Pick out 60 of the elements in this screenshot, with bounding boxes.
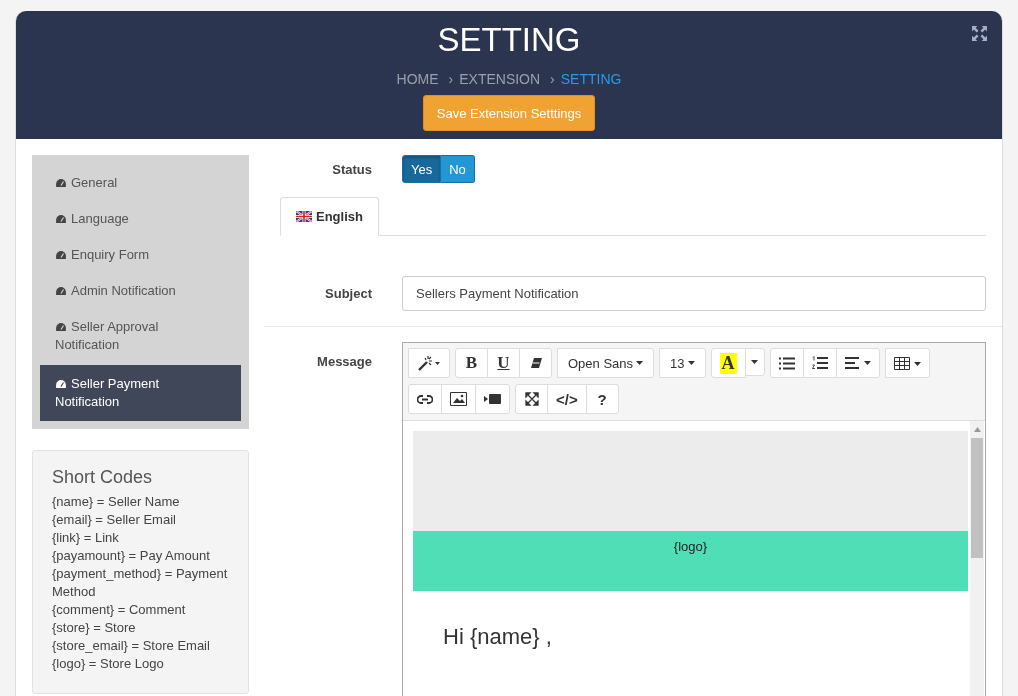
breadcrumb-link[interactable]: EXTENSION	[459, 71, 541, 87]
scrollbar[interactable]	[970, 421, 984, 696]
message-label: Message	[316, 354, 372, 369]
short-code-line: {name} = Seller Name	[52, 493, 181, 511]
short-code-line: {link} = Link	[52, 529, 120, 547]
gauge-icon	[55, 286, 67, 296]
breadcrumb-link[interactable]: SETTING	[560, 71, 622, 87]
sidebar-item[interactable]: Language	[40, 203, 241, 235]
bold-button[interactable]: B	[455, 348, 488, 378]
text-color-button[interactable]: A	[710, 348, 746, 378]
toolbar-button[interactable]: ?	[585, 384, 619, 414]
toolbar-button[interactable]: </>	[547, 384, 587, 414]
video-icon[interactable]	[475, 384, 510, 414]
language-tab[interactable]: English	[280, 197, 379, 236]
status-option[interactable]: Yes	[402, 155, 442, 183]
status-label: Status	[331, 161, 372, 177]
short-code-line: {logo} = Store Logo	[52, 655, 165, 673]
sidebar-item[interactable]: Admin Notification	[40, 275, 241, 307]
logo-placeholder-text: {logo}	[673, 539, 708, 554]
sidebar-item[interactable]: General	[40, 167, 241, 199]
link-icon[interactable]	[408, 384, 442, 414]
short-code-line: {email} = Seller Email	[52, 511, 177, 529]
breadcrumb-link[interactable]: HOME	[396, 71, 439, 87]
bullet-list-icon[interactable]	[769, 348, 804, 378]
caret-icon	[687, 361, 695, 365]
gauge-icon	[55, 322, 67, 332]
gauge-icon	[55, 178, 67, 188]
gauge-icon	[55, 250, 67, 260]
sidebar-item[interactable]: Enquiry Form	[40, 239, 241, 271]
numbered-list-icon[interactable]	[802, 348, 837, 378]
gauge-icon	[55, 379, 67, 389]
sidebar-item[interactable]: Seller Payment Notification	[40, 365, 241, 421]
fullscreen-icon[interactable]	[515, 384, 548, 414]
short-code-line: {store} = Store	[52, 619, 137, 637]
short-code-line: {store_email} = Store Email	[52, 637, 211, 655]
gauge-icon	[55, 214, 67, 224]
dropdown-button[interactable]: Open Sans	[557, 348, 655, 378]
short-code-line: {comment} = Comment	[52, 601, 187, 619]
dropdown-button[interactable]: 13	[659, 348, 706, 378]
short-codes-title: Short Codes	[52, 468, 154, 486]
breadcrumb-separator: ›	[550, 71, 555, 87]
eraser-icon[interactable]	[519, 348, 552, 378]
short-code-line: {payment_method} = Payment Method	[52, 565, 229, 601]
greeting-text: Hi {name} ,	[442, 623, 553, 651]
status-option[interactable]: No	[441, 155, 475, 183]
caret-icon	[636, 361, 644, 365]
sidebar-item[interactable]: Seller Approval Notification	[40, 311, 241, 361]
expand-icon[interactable]	[971, 25, 988, 42]
subject-label: Subject	[324, 286, 372, 301]
subject-input[interactable]: Sellers Payment Notification	[402, 276, 986, 311]
breadcrumb-separator: ›	[448, 71, 454, 87]
magic-wand-icon[interactable]	[408, 348, 450, 378]
page-title: SETTING	[437, 21, 581, 59]
flag-icon	[296, 211, 312, 222]
picture-icon[interactable]	[441, 384, 476, 414]
align-icon[interactable]	[835, 348, 880, 378]
underline-button[interactable]: U	[487, 348, 520, 378]
table-icon[interactable]	[884, 348, 930, 378]
short-code-line: {payamount} = Pay Amount	[52, 547, 211, 565]
caret-icon[interactable]	[744, 348, 765, 376]
